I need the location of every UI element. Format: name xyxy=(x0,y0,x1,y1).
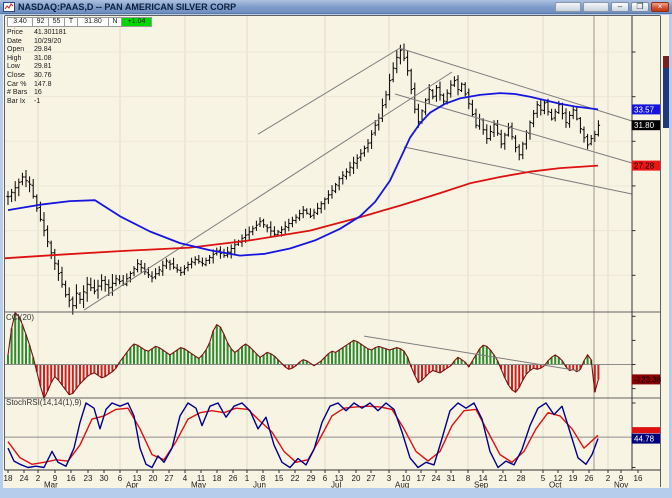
quote-row: Car %147.8 xyxy=(7,81,152,90)
date-tick-label: 4 xyxy=(183,474,188,483)
date-tick-label: 14 xyxy=(479,474,488,483)
quote-row: Bar Ix-1 xyxy=(7,98,152,107)
date-tick-label: 6 xyxy=(118,474,123,483)
date-tick-label: 18 xyxy=(4,474,13,483)
date-tick-label: 27 xyxy=(165,474,174,483)
quote-cell: 31.80 xyxy=(78,17,109,27)
quote-cell: 55 xyxy=(49,17,65,27)
window-title: NASDAQ:PAAS,D -- PAN AMERICAN SILVER COR… xyxy=(18,2,553,12)
date-tick-label: 21 xyxy=(499,474,508,483)
quote-cell: 3.40 xyxy=(7,17,33,27)
tag-stoch: 44.78 xyxy=(632,434,661,444)
quote-cell: +1.04 xyxy=(122,17,152,27)
date-tick-label: 22 xyxy=(291,474,300,483)
date-tick-label: 17 xyxy=(417,474,426,483)
quote-row: Close30.76 xyxy=(7,72,152,81)
date-tick-label: 10 xyxy=(402,474,411,483)
quote-cell: T xyxy=(65,17,78,27)
date-tick-label: 15 xyxy=(275,474,284,483)
svg-text:44.78: 44.78 xyxy=(634,435,655,444)
date-tick-label: 20 xyxy=(149,474,158,483)
quote-row: High31.08 xyxy=(7,55,152,64)
quote-cell: 92 xyxy=(33,17,49,27)
title-bar[interactable]: NASDAQ:PAAS,D -- PAN AMERICAN SILVER COR… xyxy=(0,0,672,14)
quote-row: Open29.84 xyxy=(7,46,152,55)
date-tick-label: 19 xyxy=(569,474,578,483)
svg-text:-123.38: -123.38 xyxy=(634,375,662,384)
date-tick-label: 12 xyxy=(554,474,563,483)
cci-panel-label: CCI(20) xyxy=(6,313,34,322)
svg-text:27.28: 27.28 xyxy=(634,162,655,171)
date-tick-label: 13 xyxy=(335,474,344,483)
edge-mark-blue xyxy=(663,68,669,128)
date-tick-label: 2 xyxy=(36,474,41,483)
date-tick-label: 23 xyxy=(84,474,93,483)
date-tick-label: 24 xyxy=(20,474,29,483)
quote-row: Date10/29/20 xyxy=(7,38,152,47)
date-tick-label: 29 xyxy=(307,474,316,483)
tag-cci: -123.38 xyxy=(632,374,662,384)
date-tick-label: 5 xyxy=(541,474,546,483)
tag-ma200: 27.28 xyxy=(632,161,661,171)
tag-stoch-signal xyxy=(632,427,661,433)
date-tick-label: 28 xyxy=(517,474,526,483)
date-tick-label: 27 xyxy=(367,474,376,483)
date-tick-label: 26 xyxy=(585,474,594,483)
close-button[interactable]: × xyxy=(651,2,669,12)
date-tick-label: 18 xyxy=(213,474,222,483)
date-tick-label: 13 xyxy=(133,474,142,483)
date-tick-label: 9 xyxy=(619,474,624,483)
date-tick-label: 31 xyxy=(447,474,456,483)
restore-button[interactable]: ❐ xyxy=(631,2,649,12)
quote-row: Price41.301181 xyxy=(7,29,152,38)
chart-app-icon xyxy=(3,2,15,12)
date-tick-label: 26 xyxy=(229,474,238,483)
chart-window: NASDAQ:PAAS,D -- PAN AMERICAN SILVER COR… xyxy=(0,0,672,498)
date-tick-label: 9 xyxy=(53,474,58,483)
price-readout-panel: 3.409255T31.80N+1.04 Price41.301181Date1… xyxy=(7,17,152,106)
quote-row: Low29.81 xyxy=(7,63,152,72)
tag-ma50: 33.57 xyxy=(632,104,661,114)
toolbar-button-1[interactable] xyxy=(555,2,581,12)
date-tick-label: 2 xyxy=(606,474,611,483)
date-tick-label: 11 xyxy=(197,474,206,483)
date-tick-label: 8 xyxy=(261,474,266,483)
date-tick-label: 3 xyxy=(387,474,392,483)
quote-cell: N xyxy=(109,17,122,27)
date-tick-label: 16 xyxy=(67,474,76,483)
quote-cells: 3.409255T31.80N+1.04 xyxy=(7,17,152,27)
date-tick-label: 8 xyxy=(466,474,471,483)
svg-text:33.57: 33.57 xyxy=(634,105,655,114)
svg-text:31.80: 31.80 xyxy=(634,121,655,130)
date-tick-label: 30 xyxy=(100,474,109,483)
date-tick-label: 6 xyxy=(323,474,328,483)
tag-last-price: 31.80 xyxy=(632,120,661,130)
date-tick-label: 1 xyxy=(245,474,250,483)
minimize-button[interactable]: – xyxy=(611,2,629,12)
quote-row: # Bars16 xyxy=(7,89,152,98)
date-tick-label: 16 xyxy=(634,474,643,483)
stochrsi-panel-label: StochRSI(14,14(1),9) xyxy=(6,398,82,407)
toolbar-button-2[interactable] xyxy=(583,2,609,12)
edge-mark-red xyxy=(663,56,669,68)
quote-rows: Price41.301181Date10/29/20Open29.84High3… xyxy=(7,29,152,106)
date-tick-label: 20 xyxy=(352,474,361,483)
date-tick-label: 24 xyxy=(432,474,441,483)
